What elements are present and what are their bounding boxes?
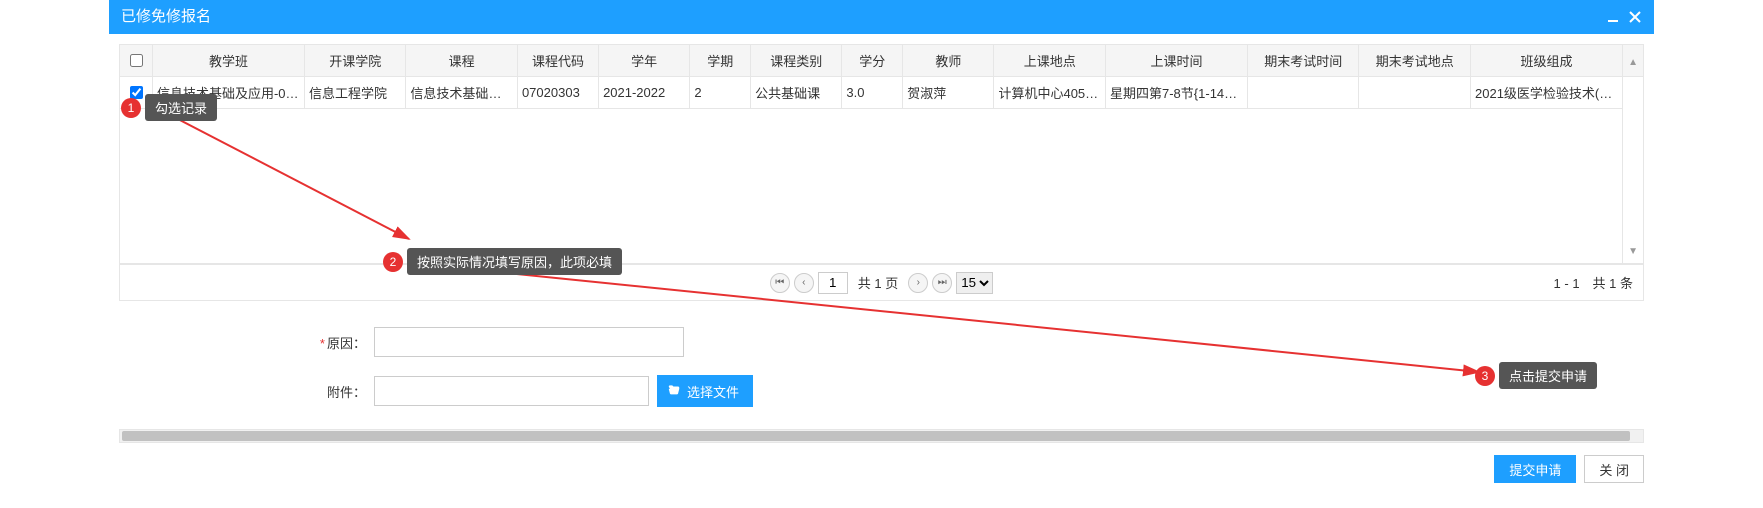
- cell-explace: [1359, 77, 1471, 109]
- annotation-tip-1: 勾选记录: [145, 94, 217, 121]
- minimize-icon[interactable]: [1606, 10, 1620, 24]
- window-title: 已修免修报名: [121, 0, 211, 34]
- cell-time: 星期四第7-8节{1-14周};: [1106, 77, 1248, 109]
- attach-row: 附件： 选择文件: [109, 375, 1654, 407]
- data-table: 教学班 开课学院 课程 课程代码 学年 学期 课程类别 学分 教师 上课地点 上…: [120, 45, 1643, 264]
- horizontal-scrollbar[interactable]: [119, 429, 1644, 443]
- choose-file-button[interactable]: 选择文件: [657, 375, 753, 407]
- cell-place: 计算机中心405;计: [994, 77, 1106, 109]
- th-course: 课程: [406, 45, 518, 77]
- footer: 提交申请 关 闭: [109, 443, 1654, 491]
- th-term: 学期: [690, 45, 751, 77]
- page-input[interactable]: [818, 272, 848, 294]
- th-place: 上课地点: [994, 45, 1106, 77]
- th-time: 上课时间: [1106, 45, 1248, 77]
- data-table-wrapper: 教学班 开课学院 课程 课程代码 学年 学期 课程类别 学分 教师 上课地点 上…: [119, 44, 1644, 265]
- content-area: 1 勾选记录 2 按照实际情况填写原因，此项必填 3 点击提交申请: [109, 34, 1654, 491]
- cell-course: 信息技术基础及应用: [406, 77, 518, 109]
- page-summary: 1 - 1 共 1 条: [1554, 273, 1633, 292]
- select-all-checkbox[interactable]: [130, 54, 143, 67]
- th-cat: 课程类别: [751, 45, 842, 77]
- th-extime: 期末考试时间: [1247, 45, 1359, 77]
- th-code: 课程代码: [517, 45, 598, 77]
- annotation-badge-3: 3: [1475, 366, 1495, 386]
- table-header-row: 教学班 开课学院 课程 课程代码 学年 学期 课程类别 学分 教师 上课地点 上…: [120, 45, 1643, 77]
- close-icon[interactable]: [1628, 10, 1642, 24]
- cell-extime: [1247, 77, 1359, 109]
- pager: ⏮ ‹ 共 1 页 › ⏭ 15 1 - 1 共 1 条: [119, 265, 1644, 301]
- window-controls: [1606, 10, 1642, 24]
- cell-scroll-gutter: ▼: [1623, 77, 1643, 264]
- annotation-badge-1: 1: [121, 98, 141, 118]
- th-classcomp: 班级组成: [1471, 45, 1623, 77]
- page-first-button[interactable]: ⏮: [770, 273, 790, 293]
- cell-year: 2021-2022: [599, 77, 690, 109]
- cell-classcomp: 2021级医学检验技术(3)班: [1471, 77, 1623, 109]
- annotation-tip-2: 按照实际情况填写原因，此项必填: [407, 248, 622, 275]
- horizontal-scrollbar-thumb[interactable]: [122, 431, 1630, 441]
- attach-input[interactable]: [374, 376, 649, 406]
- scroll-down-icon[interactable]: ▼: [1628, 246, 1638, 257]
- th-explace: 期末考试地点: [1359, 45, 1471, 77]
- th-class: 教学班: [152, 45, 304, 77]
- annotation-tip-3: 点击提交申请: [1499, 362, 1597, 389]
- scroll-up-icon[interactable]: ▲: [1628, 57, 1638, 68]
- window-titlebar: 已修免修报名: [109, 0, 1654, 34]
- form-area: *原因： 附件： 选择文件: [109, 327, 1654, 407]
- reason-label: *原因：: [109, 333, 374, 352]
- page-next-button[interactable]: ›: [908, 273, 928, 293]
- page-total-label: 共 1 页: [858, 273, 898, 292]
- required-mark: *: [320, 336, 325, 351]
- attach-label: 附件：: [109, 382, 374, 401]
- page-size-select[interactable]: 15: [956, 272, 993, 294]
- th-credit: 学分: [842, 45, 903, 77]
- table-spacer: [120, 109, 1643, 264]
- cell-college: 信息工程学院: [305, 77, 406, 109]
- reason-input[interactable]: [374, 327, 684, 357]
- th-scroll-gutter: ▲: [1623, 45, 1643, 77]
- page-prev-button[interactable]: ‹: [794, 273, 814, 293]
- th-teacher: 教师: [903, 45, 994, 77]
- cell-code: 07020303: [517, 77, 598, 109]
- cell-cat: 公共基础课: [751, 77, 842, 109]
- cell-term: 2: [690, 77, 751, 109]
- th-college: 开课学院: [305, 45, 406, 77]
- close-button[interactable]: 关 闭: [1584, 455, 1644, 483]
- reason-row: *原因：: [109, 327, 1654, 357]
- th-year: 学年: [599, 45, 690, 77]
- annotation-badge-2: 2: [383, 252, 403, 272]
- cell-credit: 3.0: [842, 77, 903, 109]
- submit-button[interactable]: 提交申请: [1494, 455, 1576, 483]
- page-last-button[interactable]: ⏭: [932, 273, 952, 293]
- cell-teacher: 贺淑萍: [903, 77, 994, 109]
- table-row[interactable]: 信息技术基础及应用-0009 信息工程学院 信息技术基础及应用 07020303…: [120, 77, 1643, 109]
- folder-open-icon: [667, 383, 687, 400]
